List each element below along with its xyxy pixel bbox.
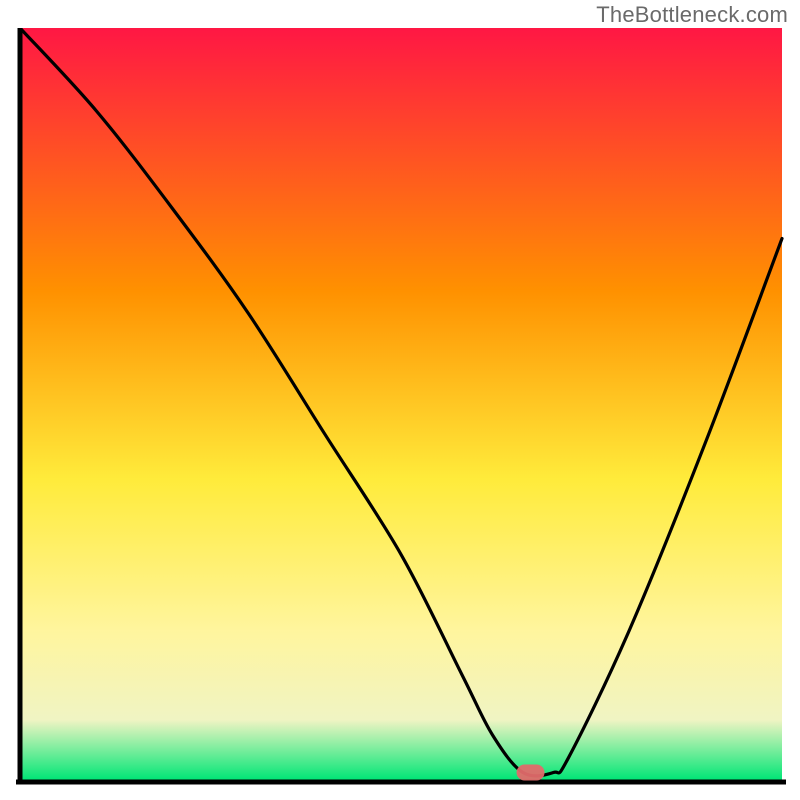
plot-background (20, 28, 782, 780)
watermark-text: TheBottleneck.com (596, 2, 788, 28)
chart-svg (16, 28, 786, 788)
bottleneck-chart (16, 28, 786, 788)
optimal-marker (517, 764, 545, 780)
